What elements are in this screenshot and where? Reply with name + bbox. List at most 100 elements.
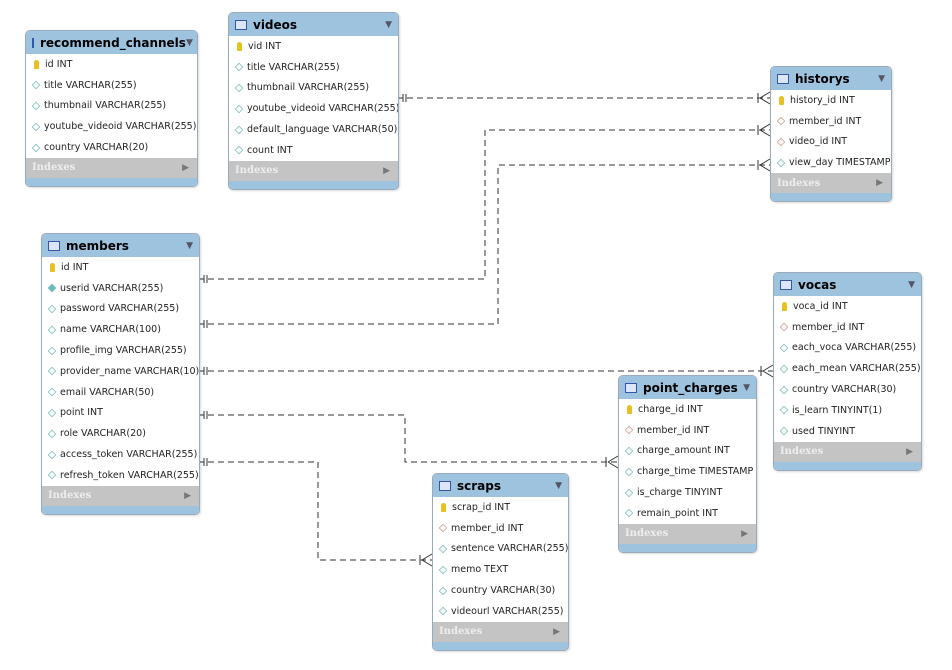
column-row[interactable]: count INT bbox=[229, 140, 398, 161]
column-row[interactable]: charge_id INT bbox=[619, 399, 756, 420]
table-icon bbox=[780, 279, 792, 290]
column-row[interactable]: profile_img VARCHAR(255) bbox=[42, 340, 199, 361]
column-diamond-icon bbox=[47, 408, 57, 418]
table-header[interactable]: recommend_channels ▼ bbox=[26, 31, 197, 54]
table-scraps[interactable]: scraps ▼ scrap_id INT member_id INT sentence… bbox=[432, 473, 569, 651]
column-row[interactable]: country VARCHAR(20) bbox=[26, 137, 197, 158]
column-row[interactable]: userid VARCHAR(255) bbox=[42, 278, 199, 299]
column-row[interactable]: name VARCHAR(100) bbox=[42, 319, 199, 340]
column-row[interactable]: refresh_token VARCHAR(255) bbox=[42, 465, 199, 486]
column-row[interactable]: member_id INT bbox=[619, 420, 756, 441]
column-row[interactable]: charge_time TIMESTAMP bbox=[619, 461, 756, 482]
indexes-section[interactable]: Indexes ▶ bbox=[229, 160, 398, 181]
column-row[interactable]: role VARCHAR(20) bbox=[42, 423, 199, 444]
indexes-section[interactable]: Indexes ▶ bbox=[42, 485, 199, 506]
primary-key-icon bbox=[237, 41, 242, 51]
column-row[interactable]: each_voca VARCHAR(255) bbox=[774, 338, 921, 359]
collapse-arrow-icon[interactable]: ▼ bbox=[186, 241, 193, 251]
table-vocas[interactable]: vocas ▼ voca_id INT member_id INT each_voca … bbox=[773, 272, 922, 471]
table-footer bbox=[433, 641, 568, 650]
indexes-section[interactable]: Indexes ▶ bbox=[26, 157, 197, 178]
collapse-arrow-icon[interactable]: ▼ bbox=[385, 20, 392, 30]
column-row[interactable]: video_id INT bbox=[771, 132, 891, 153]
expand-arrow-icon[interactable]: ▶ bbox=[553, 627, 560, 637]
collapse-arrow-icon[interactable]: ▼ bbox=[908, 280, 915, 290]
column-row[interactable]: thumbnail VARCHAR(255) bbox=[229, 78, 398, 99]
column-row[interactable]: country VARCHAR(30) bbox=[774, 379, 921, 400]
column-row[interactable]: scrap_id INT bbox=[433, 497, 568, 518]
table-header[interactable]: point_charges ▼ bbox=[619, 376, 756, 399]
indexes-section[interactable]: Indexes ▶ bbox=[433, 621, 568, 642]
table-icon bbox=[625, 382, 637, 393]
column-row[interactable]: member_id INT bbox=[433, 518, 568, 539]
column-row[interactable]: point INT bbox=[42, 403, 199, 424]
column-label: is_learn TINYINT(1) bbox=[792, 404, 883, 416]
relationship-members-point_charges[interactable] bbox=[198, 411, 619, 469]
table-icon bbox=[439, 480, 451, 491]
column-row[interactable]: id INT bbox=[42, 257, 199, 278]
column-row[interactable]: default_language VARCHAR(50) bbox=[229, 119, 398, 140]
column-row[interactable]: title VARCHAR(255) bbox=[229, 57, 398, 78]
collapse-arrow-icon[interactable]: ▼ bbox=[555, 481, 562, 491]
primary-key-icon bbox=[779, 95, 784, 105]
column-row[interactable]: member_id INT bbox=[774, 317, 921, 338]
column-diamond-icon bbox=[234, 146, 244, 155]
expand-arrow-icon[interactable]: ▶ bbox=[182, 163, 189, 173]
indexes-label: Indexes bbox=[48, 490, 92, 502]
indexes-section[interactable]: Indexes ▶ bbox=[619, 523, 756, 544]
column-row[interactable]: id INT bbox=[26, 54, 197, 75]
column-row[interactable]: password VARCHAR(255) bbox=[42, 299, 199, 320]
column-row[interactable]: email VARCHAR(50) bbox=[42, 382, 199, 403]
indexes-section[interactable]: Indexes ▶ bbox=[771, 173, 891, 194]
expand-arrow-icon[interactable]: ▶ bbox=[906, 447, 913, 457]
column-label: refresh_token VARCHAR(255) bbox=[60, 469, 199, 481]
expand-arrow-icon[interactable]: ▶ bbox=[741, 529, 748, 539]
collapse-arrow-icon[interactable]: ▼ bbox=[186, 38, 193, 48]
column-row[interactable]: thumbnail VARCHAR(255) bbox=[26, 96, 197, 117]
table-recommend_channels[interactable]: recommend_channels ▼ id INT title VARCHAR(2… bbox=[25, 30, 198, 187]
table-header[interactable]: members ▼ bbox=[42, 234, 199, 257]
column-row[interactable]: remain_point INT bbox=[619, 503, 756, 524]
column-row[interactable]: title VARCHAR(255) bbox=[26, 75, 197, 96]
collapse-arrow-icon[interactable]: ▼ bbox=[878, 74, 885, 84]
column-row[interactable]: view_day TIMESTAMP bbox=[771, 152, 891, 173]
column-row[interactable]: provider_name VARCHAR(10) bbox=[42, 361, 199, 382]
column-diamond-icon bbox=[47, 429, 57, 439]
column-row[interactable]: videourl VARCHAR(255) bbox=[433, 601, 568, 622]
column-row[interactable]: youtube_videoid VARCHAR(255) bbox=[26, 116, 197, 137]
expand-arrow-icon[interactable]: ▶ bbox=[184, 491, 191, 501]
column-row[interactable]: sentence VARCHAR(255) bbox=[433, 539, 568, 560]
table-point_charges[interactable]: point_charges ▼ charge_id INT member_id INT… bbox=[618, 375, 757, 553]
table-videos[interactable]: videos ▼ vid INT title VARCHAR(255) thumbnai… bbox=[228, 12, 399, 190]
table-header[interactable]: scraps ▼ bbox=[433, 474, 568, 497]
column-row[interactable]: country VARCHAR(30) bbox=[433, 580, 568, 601]
collapse-arrow-icon[interactable]: ▼ bbox=[743, 383, 750, 393]
column-row[interactable]: member_id INT bbox=[771, 111, 891, 132]
column-row[interactable]: access_token VARCHAR(255) bbox=[42, 444, 199, 465]
table-header[interactable]: vocas ▼ bbox=[774, 273, 921, 296]
table-icon bbox=[235, 19, 247, 30]
column-row[interactable]: charge_amount INT bbox=[619, 441, 756, 462]
column-row[interactable]: is_charge TINYINT bbox=[619, 482, 756, 503]
indexes-section[interactable]: Indexes ▶ bbox=[774, 441, 921, 462]
column-row[interactable]: voca_id INT bbox=[774, 296, 921, 317]
table-members[interactable]: members ▼ id INT userid VARCHAR(255) passwor… bbox=[41, 233, 200, 515]
table-historys[interactable]: historys ▼ history_id INT member_id INT vide… bbox=[770, 66, 892, 203]
column-row[interactable]: is_learn TINYINT(1) bbox=[774, 400, 921, 421]
column-label: member_id INT bbox=[789, 115, 862, 127]
column-label: each_mean VARCHAR(255) bbox=[792, 363, 921, 375]
table-icon bbox=[777, 73, 789, 84]
column-row[interactable]: history_id INT bbox=[771, 90, 891, 111]
table-header[interactable]: historys ▼ bbox=[771, 67, 891, 90]
column-row[interactable]: memo TEXT bbox=[433, 559, 568, 580]
relationship-videos-historys[interactable] bbox=[397, 91, 771, 105]
table-header[interactable]: videos ▼ bbox=[229, 13, 398, 36]
expand-arrow-icon[interactable]: ▶ bbox=[876, 178, 883, 188]
column-row[interactable]: youtube_videoid VARCHAR(255) bbox=[229, 98, 398, 119]
relationship-members-scraps[interactable] bbox=[198, 458, 433, 567]
column-row[interactable]: used TINYINT bbox=[774, 421, 921, 442]
expand-arrow-icon[interactable]: ▶ bbox=[383, 166, 390, 176]
column-row[interactable]: each_mean VARCHAR(255) bbox=[774, 358, 921, 379]
column-row[interactable]: vid INT bbox=[229, 36, 398, 57]
column-diamond-icon bbox=[779, 426, 789, 436]
